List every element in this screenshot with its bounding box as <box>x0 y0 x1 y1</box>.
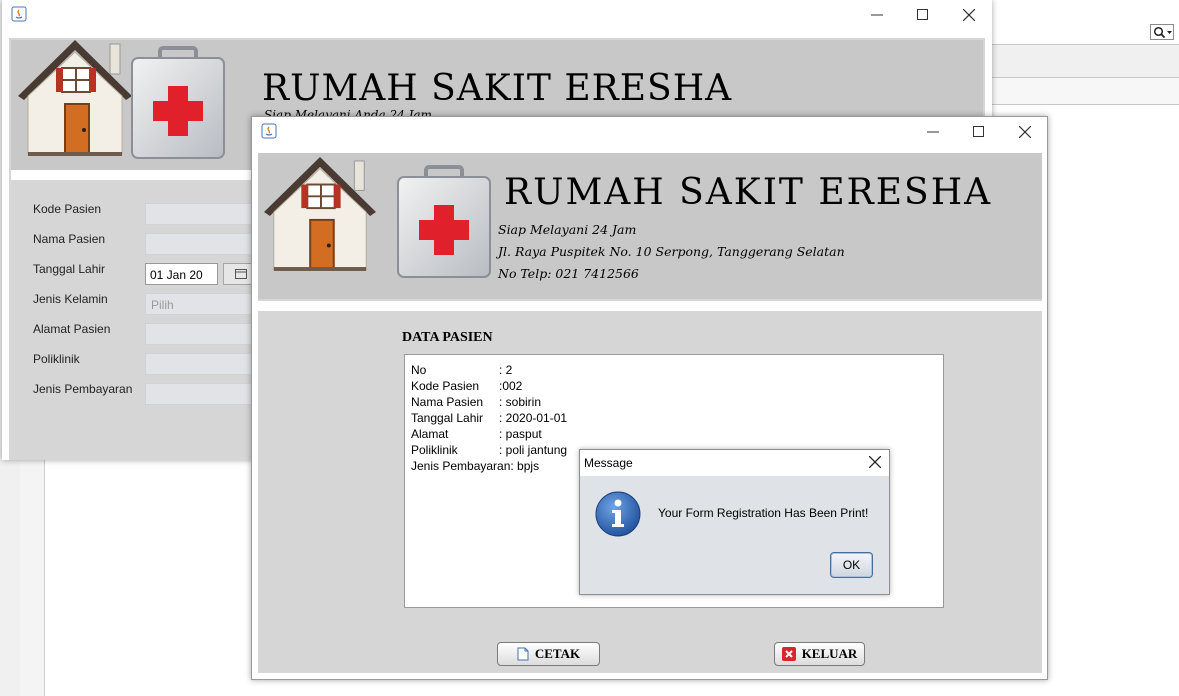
data-row-alamat: Alamat: pasput <box>411 427 542 441</box>
close-icon[interactable] <box>869 456 881 468</box>
close-button[interactable] <box>946 0 992 30</box>
house-icon <box>18 40 132 156</box>
title-bar <box>252 117 1047 147</box>
data-row-kode: Kode Pasien:002 <box>411 379 523 393</box>
label-jenis-pembayaran: Jenis Pembayaran <box>33 382 133 396</box>
java-icon <box>11 6 27 22</box>
hospital-title: RUMAH SAKIT ERESHA <box>262 68 733 109</box>
search-icon[interactable] <box>1150 24 1174 40</box>
data-row-poliklinik: Poliklinik: poli jantung <box>411 443 568 457</box>
data-row-nama: Nama Pasien: sobirin <box>411 395 542 409</box>
medical-kit-icon <box>397 165 491 278</box>
label-poliklinik: Poliklinik <box>33 352 80 366</box>
label-alamat-pasien: Alamat Pasien <box>33 322 111 336</box>
label-jenis-kelamin: Jenis Kelamin <box>33 292 108 306</box>
jenis-kelamin-select[interactable]: Pilih <box>145 293 265 315</box>
jenis-pembayaran-input[interactable] <box>145 383 265 405</box>
house-icon <box>264 157 376 271</box>
java-icon <box>261 123 277 139</box>
nama-pasien-input[interactable] <box>145 233 265 255</box>
medical-kit-icon <box>131 46 225 159</box>
hospital-phone: No Telp: 021 7412566 <box>498 266 639 281</box>
cetak-button[interactable]: CETAK <box>497 642 600 666</box>
header-divider <box>258 301 1042 311</box>
label-nama-pasien: Nama Pasien <box>33 232 106 246</box>
maximize-button[interactable] <box>956 117 1002 147</box>
hospital-title: RUMAH SAKIT ERESHA <box>504 172 993 213</box>
label-kode-pasien: Kode Pasien <box>33 202 102 216</box>
ide-toolbar-secondary <box>992 78 1179 105</box>
hospital-tagline: Siap Melayani 24 Jam <box>498 222 637 237</box>
tanggal-lahir-input[interactable]: 01 Jan 20 <box>145 263 218 285</box>
minimize-button[interactable] <box>854 0 900 30</box>
keluar-button[interactable]: KELUAR <box>774 642 865 666</box>
message-dialog: Message Your Form Registration Has Been … <box>579 449 890 595</box>
ide-toolbar <box>992 45 1179 78</box>
data-row-tanggal: Tanggal Lahir: 2020-01-01 <box>411 411 568 425</box>
data-row-pembayaran: Jenis Pembayaran: bpjs <box>411 459 540 473</box>
label-tanggal-lahir: Tanggal Lahir <box>33 262 106 276</box>
close-button[interactable] <box>1002 117 1048 147</box>
poliklinik-input[interactable] <box>145 353 265 375</box>
dialog-title: Message <box>584 456 633 470</box>
ok-button[interactable]: OK <box>830 552 873 578</box>
close-red-icon <box>781 647 796 661</box>
window-content: RUMAH SAKIT ERESHA Siap Melayani 24 Jam … <box>258 153 1042 673</box>
title-bar <box>2 0 992 30</box>
calendar-icon <box>235 269 247 279</box>
maximize-button[interactable] <box>900 0 946 30</box>
dialog-message: Your Form Registration Has Been Print! <box>658 506 869 520</box>
info-icon <box>595 491 641 537</box>
kode-pasien-input[interactable] <box>145 203 265 225</box>
data-pasien-title: DATA PASIEN <box>402 330 493 345</box>
document-icon <box>517 647 529 661</box>
minimize-button[interactable] <box>910 117 956 147</box>
alamat-pasien-input[interactable] <box>145 323 265 345</box>
hospital-address: Jl. Raya Puspitek No. 10 Serpong, Tangge… <box>498 244 845 259</box>
print-preview-window: RUMAH SAKIT ERESHA Siap Melayani 24 Jam … <box>251 116 1048 680</box>
dialog-title-bar: Message <box>580 450 889 476</box>
data-row-no: No: 2 <box>411 363 513 377</box>
